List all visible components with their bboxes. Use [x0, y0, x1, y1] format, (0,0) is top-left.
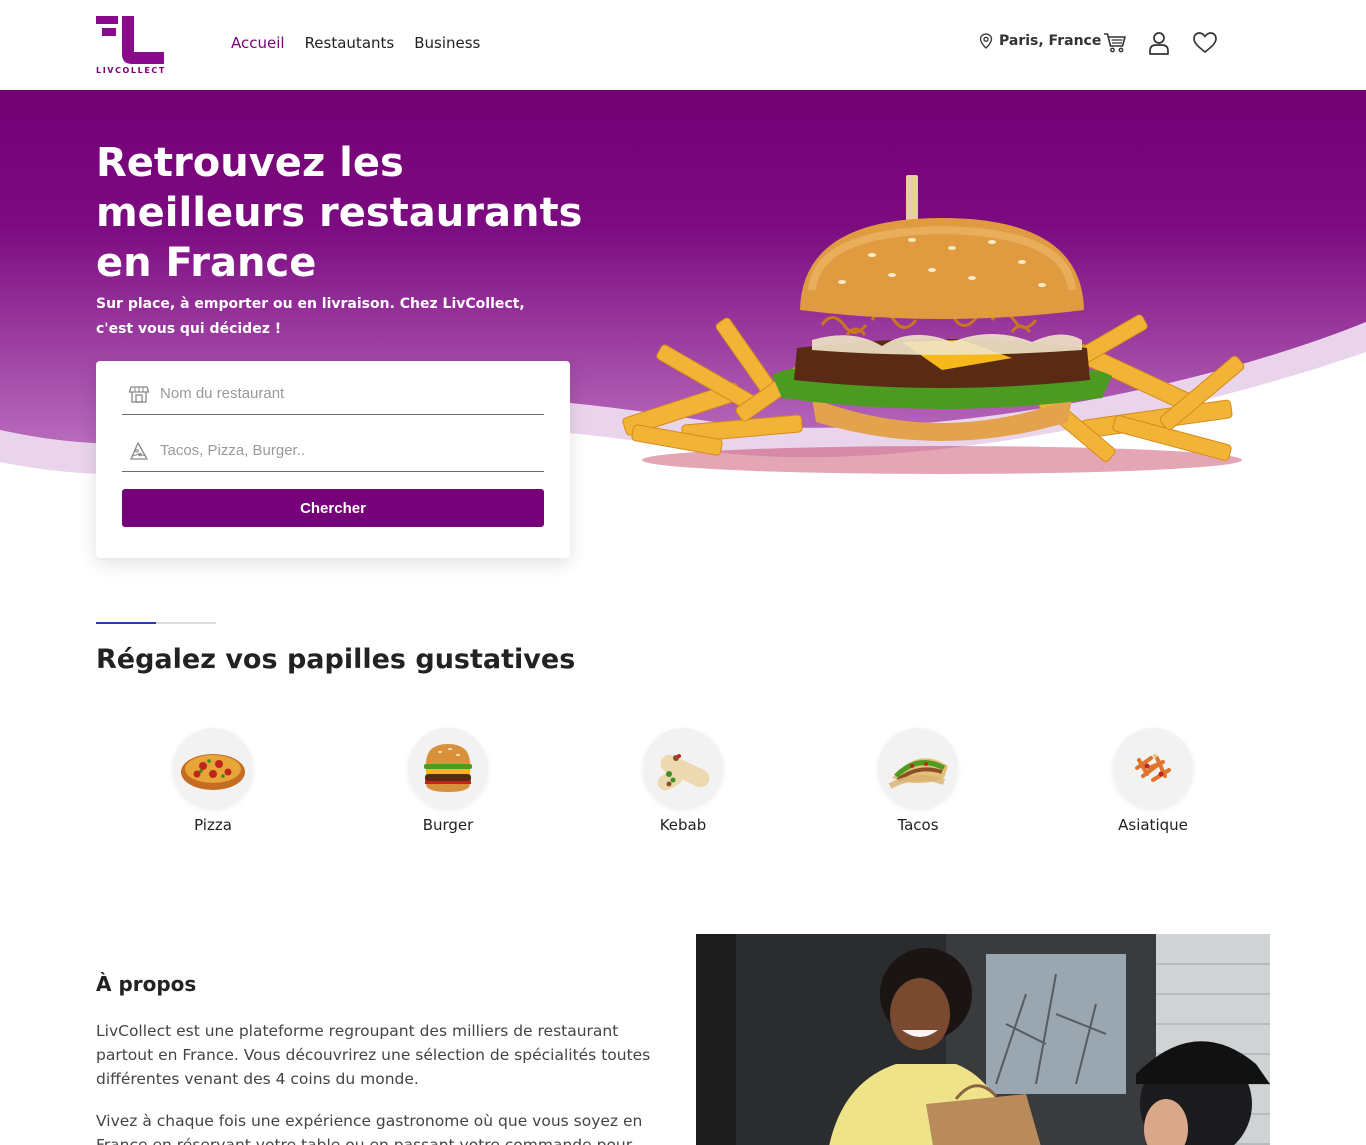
location-label: Paris, France [999, 33, 1102, 49]
location-selector[interactable]: Paris, France [979, 33, 1101, 49]
user-icon [1149, 32, 1169, 55]
cuisine-input[interactable] [160, 442, 520, 459]
nav-item-accueil[interactable]: Accueil [231, 34, 285, 52]
category-label: Kebab [659, 816, 707, 834]
account-button[interactable] [1146, 30, 1172, 56]
about-paragraph-2: Vivez à chaque fois une expérience gastr… [96, 1112, 643, 1145]
category-asiatique[interactable]: Asiatique [1093, 728, 1213, 834]
kebab-icon [643, 728, 723, 808]
categories-title: Régalez vos papilles gustatives [96, 644, 576, 675]
section-divider [96, 622, 216, 624]
storefront-icon [128, 385, 150, 403]
nav-item-business[interactable]: Business [414, 34, 480, 52]
cart-button[interactable] [1102, 30, 1128, 56]
main-nav: Accueil Restautants Business [231, 34, 480, 52]
cart-icon [1104, 33, 1126, 53]
search-button[interactable]: Chercher [122, 489, 544, 527]
category-kebab[interactable]: Kebab [623, 728, 743, 834]
category-label: Asiatique [1118, 816, 1188, 834]
category-label: Burger [422, 816, 474, 834]
section-divider-accent [96, 622, 156, 624]
burger-fries-image [622, 175, 1245, 474]
about-title: À propos [96, 972, 197, 996]
category-tacos[interactable]: Tacos [858, 728, 978, 834]
search-card: Chercher [96, 361, 570, 558]
site-header: LIVCOLLECT Accueil Restautants Business … [0, 0, 1366, 90]
restaurant-name-field [122, 373, 544, 415]
livcollect-logo[interactable]: LIVCOLLECT [96, 14, 168, 76]
category-label: Pizza [194, 816, 232, 834]
logo-mark-icon [96, 16, 164, 64]
pizza-slice-icon [130, 441, 148, 460]
delivery-photo [696, 934, 1270, 1145]
category-list: Pizza Burger Kebab Tacos Asiatique [96, 728, 1272, 838]
cuisine-field [122, 430, 544, 472]
tacos-icon [878, 728, 958, 808]
restaurant-name-input[interactable] [160, 385, 520, 402]
map-pin-icon [979, 33, 993, 49]
category-label: Tacos [897, 816, 939, 834]
logo-wordmark: LIVCOLLECT [96, 66, 166, 75]
asian-food-icon [1113, 728, 1193, 808]
category-pizza[interactable]: Pizza [153, 728, 273, 834]
burger-icon [408, 728, 488, 808]
hero-subtitle: Sur place, à emporter ou en livraison. C… [96, 296, 525, 337]
heart-icon [1193, 32, 1217, 54]
favorites-button[interactable] [1192, 30, 1218, 56]
category-burger[interactable]: Burger [388, 728, 508, 834]
pizza-icon [173, 728, 253, 808]
nav-item-restaurants[interactable]: Restautants [305, 34, 395, 52]
about-paragraph-1: LivCollect est une plateforme regroupant… [96, 1022, 651, 1088]
hero-title: Retrouvez les meilleurs restaurants en F… [96, 140, 583, 286]
